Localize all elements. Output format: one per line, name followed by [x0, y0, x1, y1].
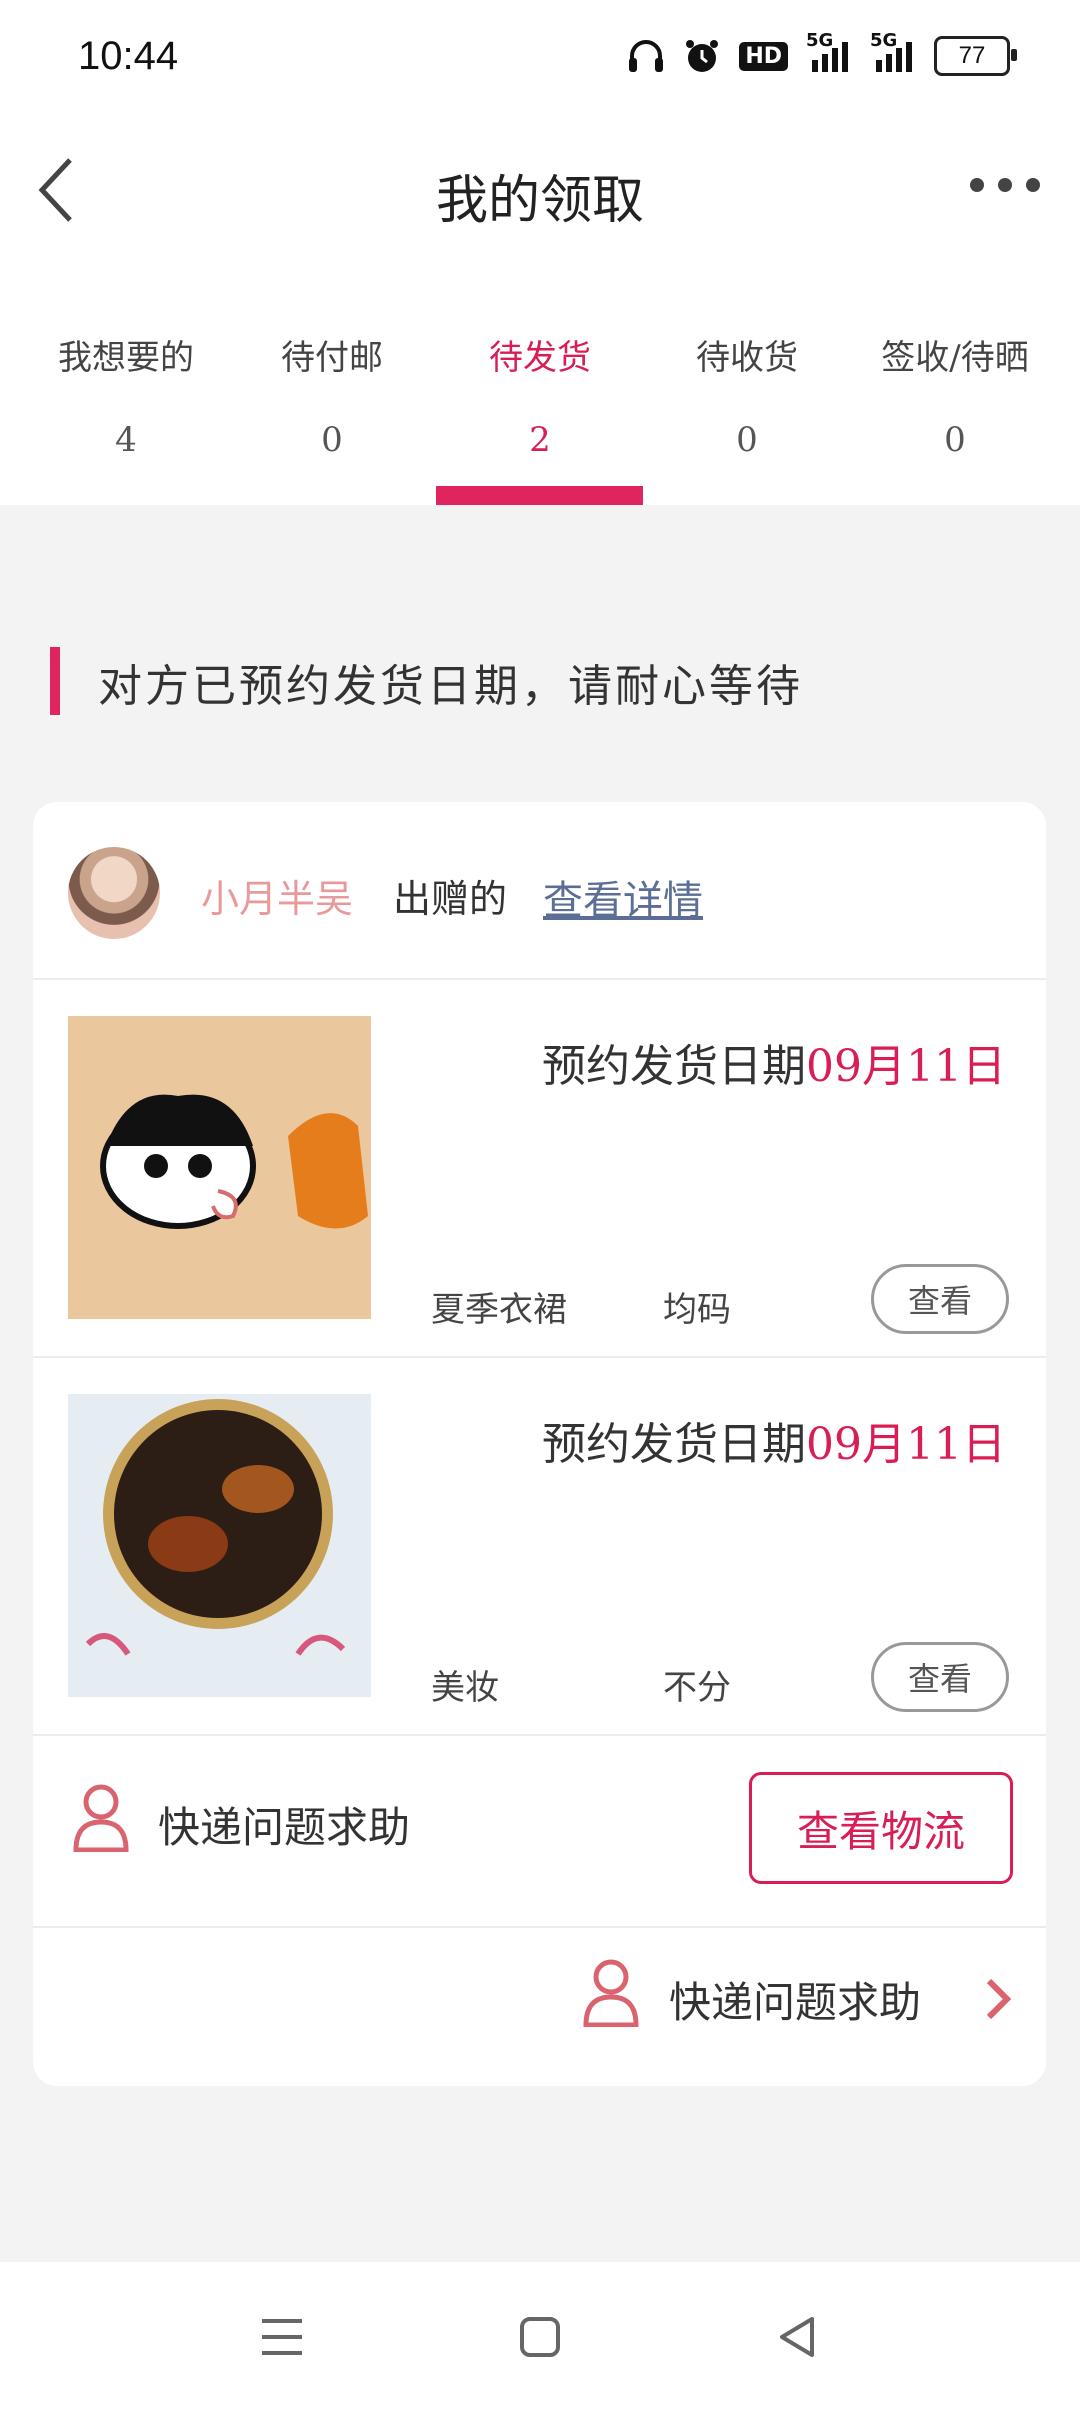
divider [33, 1356, 1046, 1358]
more-icon[interactable] [970, 170, 1040, 200]
tab-count: 2 [529, 420, 551, 460]
ship-date: 预约发货日期09月11日 [542, 1041, 1006, 1092]
donor-name[interactable]: 小月半吴 [201, 868, 353, 923]
item-size: 均码 [663, 1290, 731, 1330]
notice-accent [50, 647, 60, 715]
view-item-button[interactable]: 查看 [871, 1642, 1009, 1712]
battery-icon: 77 [934, 36, 1017, 76]
avatar[interactable] [68, 847, 160, 939]
menu-icon[interactable] [252, 2307, 312, 2367]
donated-label: 出赠的 [393, 877, 508, 921]
tab-label: 签收/待晒 [881, 338, 1029, 378]
tab-pending-receipt[interactable]: 待收货 0 [643, 290, 851, 505]
tab-count: 0 [736, 420, 758, 460]
headphones-icon [627, 38, 665, 74]
item-size: 不分 [663, 1668, 731, 1708]
tab-label: 待付邮 [281, 338, 383, 378]
hd-icon: HD [739, 41, 788, 71]
person-icon [71, 1782, 131, 1856]
tab-signed-review[interactable]: 签收/待晒 0 [851, 290, 1059, 505]
tab-pending-shipment[interactable]: 待发货 2 [436, 290, 644, 505]
tab-label: 待发货 [489, 338, 591, 378]
tab-count: 0 [944, 420, 966, 460]
notice-text: 对方已预约发货日期，请耐心等待 [98, 661, 803, 712]
system-nav-bar [0, 2262, 1080, 2412]
alarm-icon [683, 37, 721, 75]
status-time: 10:44 [78, 34, 179, 78]
divider [33, 978, 1046, 980]
view-logistics-button[interactable]: 查看物流 [749, 1772, 1013, 1884]
tab-count: 4 [115, 420, 137, 460]
tab-label: 待收货 [696, 338, 798, 378]
tab-wanted[interactable]: 我想要的 4 [22, 290, 230, 505]
active-tab-indicator [436, 486, 643, 505]
view-item-button[interactable]: 查看 [871, 1264, 1009, 1334]
item-image[interactable] [68, 1016, 371, 1319]
delivery-help-link[interactable]: 快递问题求助 [158, 1794, 410, 1855]
divider [33, 1734, 1046, 1736]
page-title: 我的领取 [435, 171, 644, 231]
tab-label: 我想要的 [58, 338, 194, 378]
tab-bar: 我想要的 4 待付邮 0 待发货 2 待收货 0 签收/待晒 0 [0, 290, 1080, 505]
delivery-help-link-2[interactable]: 快递问题求助 [669, 1969, 921, 2030]
home-icon[interactable] [510, 2307, 570, 2367]
ship-date: 预约发货日期09月11日 [542, 1419, 1006, 1470]
header: 我的领取 [0, 120, 1080, 290]
item-category: 美妆 [431, 1668, 499, 1708]
order-card: 小月半吴 出赠的 查看详情 预约发货日期09月11日 夏季衣裙 均码 查看 预约… [33, 802, 1046, 2086]
divider [33, 1926, 1046, 1928]
view-details-link[interactable]: 查看详情 [543, 868, 703, 926]
chevron-right-icon[interactable] [983, 1977, 1013, 2025]
signal-5g-icon: 5G [806, 30, 852, 74]
tab-pending-postage[interactable]: 待付邮 0 [228, 290, 436, 505]
tab-count: 0 [321, 420, 343, 460]
item-image[interactable] [68, 1394, 371, 1697]
person-icon [581, 1957, 641, 2031]
signal-5g-icon: 5G [870, 30, 916, 74]
status-bar: 10:44 HD 5G 5G 77 [0, 0, 1080, 120]
back-nav-icon[interactable] [768, 2307, 828, 2367]
status-icons: HD 5G 5G 77 [627, 30, 1017, 76]
item-category: 夏季衣裙 [431, 1290, 567, 1330]
